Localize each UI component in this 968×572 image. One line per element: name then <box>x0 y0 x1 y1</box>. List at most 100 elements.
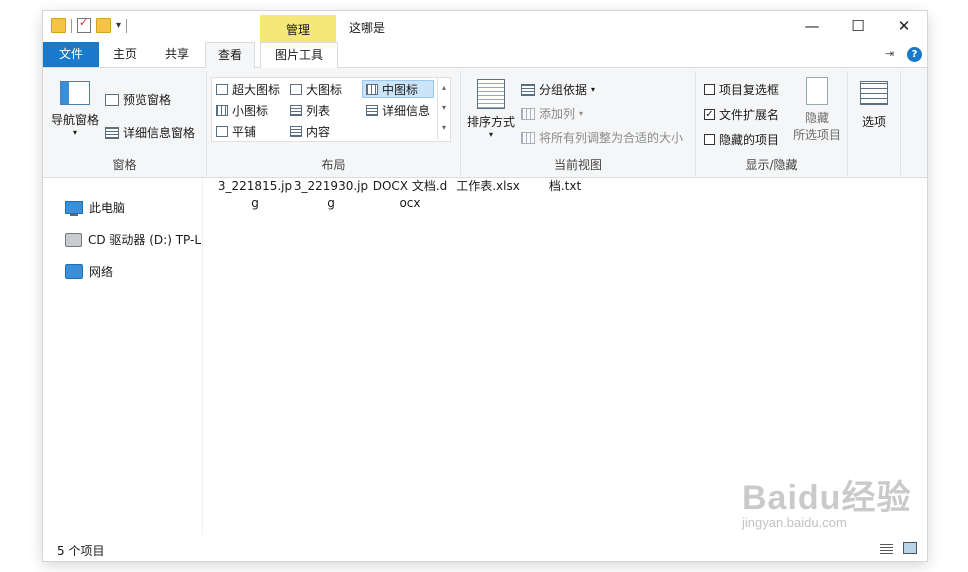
file-extensions-toggle[interactable]: ✓ 文件扩展名 <box>704 106 779 123</box>
toolbar-divider <box>71 18 72 33</box>
layout-extra-large-icons[interactable]: 超大图标 <box>216 81 280 98</box>
details-icon <box>366 105 378 116</box>
tab-file[interactable]: 文件 <box>43 42 99 67</box>
layout-option-label: 详细信息 <box>382 104 431 118</box>
layout-tiles[interactable]: 平铺 <box>216 123 256 140</box>
nav-item-this-pc[interactable]: 此电脑 <box>65 199 125 216</box>
group-label-layout: 布局 <box>321 158 346 172</box>
hide-selected-button[interactable]: 隐藏 所选项目 <box>790 77 844 143</box>
add-column-button[interactable]: 添加列 ▾ <box>521 105 583 122</box>
pin-ribbon-icon[interactable]: ⇥ <box>885 47 894 60</box>
group-panes: 导航窗格 ▾ 预览窗格 详细信息窗格 窗格 <box>43 71 207 175</box>
layout-large-icons[interactable]: 大图标 <box>290 81 342 98</box>
large-icons-icon <box>290 84 302 95</box>
group-show-hide: 项目复选框 ✓ 文件扩展名 隐藏的项目 隐藏 所选项目 显示/隐藏 <box>696 71 848 175</box>
item-checkboxes-label: 项目复选框 <box>719 83 780 97</box>
medium-icons-icon <box>366 84 378 95</box>
layout-medium-icons[interactable]: 中图标 <box>366 81 418 98</box>
layout-option-label: 大图标 <box>306 83 343 97</box>
sort-by-button[interactable]: 排序方式 ▾ <box>465 79 517 139</box>
fit-columns-button[interactable]: 将所有列调整为合适的大小 <box>521 129 683 146</box>
group-by-icon <box>521 83 535 96</box>
customize-toolbar-dropdown[interactable]: ▾ <box>116 20 121 31</box>
preview-pane-label: 预览窗格 <box>123 93 172 107</box>
cd-drive-icon <box>65 232 82 247</box>
group-layout: 超大图标 大图标 中图标 小图标 列表 详细信息 平铺 内容 ▴ ▾ ▾ 布局 <box>207 71 461 175</box>
layout-list[interactable]: 列表 <box>290 102 330 119</box>
nav-item-cd-drive[interactable]: CD 驱动器 (D:) TP-L <box>65 231 201 248</box>
network-icon <box>65 264 83 279</box>
options-icon <box>860 81 888 105</box>
help-icon[interactable]: ? <box>907 47 922 62</box>
preview-pane-button[interactable]: 预览窗格 <box>105 91 171 108</box>
status-bar: 5 个项目 <box>43 538 927 561</box>
list-icon <box>290 105 302 116</box>
group-label-panes: 窗格 <box>112 158 137 172</box>
quick-access-toolbar: ▾ <box>51 16 128 33</box>
small-icons-icon <box>216 105 228 116</box>
group-by-label: 分组依据 <box>539 83 588 97</box>
details-pane-label: 详细信息窗格 <box>123 126 196 140</box>
options-button[interactable]: 选项 <box>852 81 896 130</box>
watermark-logo: Baidu经验 <box>742 479 912 517</box>
tab-picture-tools[interactable]: 图片工具 <box>260 42 338 69</box>
navigation-pane: 此电脑 CD 驱动器 (D:) TP-L 网络 <box>43 178 203 535</box>
tab-share[interactable]: 共享 <box>155 42 199 67</box>
layout-details[interactable]: 详细信息 <box>366 102 430 119</box>
watermark: Baidu经验 jingyan.baidu.com <box>742 470 911 530</box>
group-label-show-hide: 显示/隐藏 <box>745 158 798 172</box>
navigation-pane-button[interactable]: 导航窗格 ▾ <box>49 81 101 137</box>
tab-view[interactable]: 查看 <box>205 42 255 69</box>
ribbon: 导航窗格 ▾ 预览窗格 详细信息窗格 窗格 超大图标 大图标 中图标 小图标 列… <box>43 68 927 178</box>
layout-option-label: 列表 <box>306 104 331 118</box>
file-item[interactable]: 3_221930.jpg <box>291 178 371 212</box>
layout-option-label: 中图标 <box>382 83 419 97</box>
layout-option-label: 平铺 <box>232 125 257 139</box>
computer-icon <box>65 201 83 216</box>
item-checkboxes-toggle[interactable]: 项目复选框 <box>704 81 779 98</box>
details-pane-button[interactable]: 详细信息窗格 <box>105 124 195 141</box>
folder-icon <box>51 18 66 33</box>
group-current-view: 排序方式 ▾ 分组依据 ▾ 添加列 ▾ 将所有列调整为合适的大小 当前视图 <box>461 71 696 175</box>
content-icon <box>290 126 302 137</box>
item-count: 5 个项目 <box>57 544 105 558</box>
add-column-icon <box>521 107 535 120</box>
layout-small-icons[interactable]: 小图标 <box>216 102 268 119</box>
new-folder-icon[interactable] <box>96 18 111 33</box>
extra-large-icons-icon <box>216 84 228 95</box>
details-view-icon[interactable] <box>880 543 893 554</box>
maximize-button[interactable]: ☐ <box>835 11 881 42</box>
item-checkboxes-checkbox[interactable] <box>704 84 715 95</box>
file-extensions-label: 文件扩展名 <box>719 108 780 122</box>
layout-option-label: 内容 <box>306 125 331 139</box>
fit-columns-label: 将所有列调整为合适的大小 <box>539 131 684 145</box>
window-title: 这哪是 <box>349 21 386 35</box>
chevron-down-icon: ▾ <box>579 109 584 118</box>
file-item[interactable]: 档.txt <box>525 178 605 195</box>
nav-item-label: 网络 <box>89 265 114 279</box>
file-extensions-checkbox[interactable]: ✓ <box>704 109 715 120</box>
group-by-button[interactable]: 分组依据 ▾ <box>521 81 595 98</box>
file-item[interactable]: DOCX 文档.docx <box>370 178 450 212</box>
context-tab-manage: 管理 <box>285 23 310 37</box>
chevron-down-icon: ▾ <box>591 85 596 94</box>
close-button[interactable]: ✕ <box>881 11 927 42</box>
options-label: 选项 <box>861 115 886 129</box>
hidden-items-label: 隐藏的项目 <box>719 133 780 147</box>
nav-item-label: 此电脑 <box>89 201 126 215</box>
nav-item-network[interactable]: 网络 <box>65 263 113 280</box>
hide-selected-label-2: 所选项目 <box>792 128 841 142</box>
properties-icon[interactable] <box>77 16 91 33</box>
layout-content[interactable]: 内容 <box>290 123 330 140</box>
add-column-label: 添加列 <box>539 107 576 121</box>
minimize-button[interactable]: — <box>789 11 835 42</box>
file-item[interactable]: 3_221815.jpg <box>215 178 295 212</box>
large-icons-view-icon[interactable] <box>903 542 917 554</box>
tab-home[interactable]: 主页 <box>103 42 147 67</box>
layout-gallery-scrollbar[interactable]: ▴ ▾ ▾ <box>437 78 450 139</box>
hide-selected-label-1: 隐藏 <box>804 111 829 125</box>
toolbar-divider <box>126 18 128 33</box>
file-item[interactable]: 工作表.xlsx <box>448 178 528 195</box>
hidden-items-checkbox[interactable] <box>704 134 715 145</box>
hidden-items-toggle[interactable]: 隐藏的项目 <box>704 131 779 148</box>
